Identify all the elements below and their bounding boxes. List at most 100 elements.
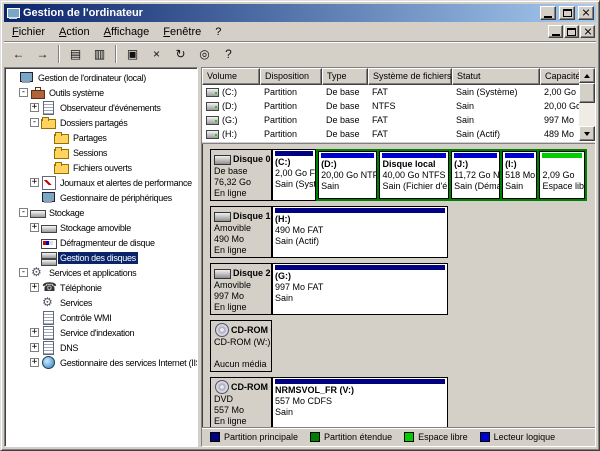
partition-name: (J:) (454, 159, 497, 170)
column-header-volume[interactable]: Volume (202, 68, 260, 85)
partition-i[interactable]: (I:) 518 Mo Sain (502, 151, 537, 199)
expand-toggle[interactable]: + (30, 223, 39, 232)
menu-aide[interactable]: ? (208, 24, 228, 40)
column-header-statut[interactable]: Statut (452, 68, 540, 85)
cdrom-1-header[interactable]: CD-ROM 1 DVD 557 Mo En ligne (210, 377, 272, 427)
column-header-systeme-fichiers[interactable]: Système de fichiers (368, 68, 452, 85)
mdi-minimize-button[interactable] (548, 25, 563, 38)
maximize-button[interactable] (559, 6, 575, 20)
show-tree-button[interactable]: ▤ (64, 44, 87, 65)
menu-action[interactable]: Action (52, 24, 97, 40)
primary-partition-swatch (210, 432, 220, 442)
mdi-close-button[interactable] (580, 25, 595, 38)
back-button[interactable]: ← (7, 44, 30, 65)
refresh-button[interactable]: ↻ (169, 44, 192, 65)
export-list-button[interactable]: ▥ (88, 44, 111, 65)
tree-item-service-indexation[interactable]: + Service d'indexation (5, 325, 197, 340)
minimize-button[interactable] (540, 6, 556, 20)
tree-item-defragmenteur[interactable]: Défragmenteur de disque (5, 235, 197, 250)
volume-icon (206, 130, 219, 139)
tree-item-outils-systeme[interactable]: - Outils système (5, 85, 197, 100)
close-button[interactable] (578, 6, 594, 20)
tree-item-controle-wmi[interactable]: Contrôle WMI (5, 310, 197, 325)
partition-size: 997 Mo FAT (275, 282, 445, 293)
expand-toggle[interactable]: - (30, 118, 39, 127)
column-header-disposition[interactable]: Disposition (260, 68, 322, 85)
tree-item-sessions[interactable]: Sessions (5, 145, 197, 160)
cd-rom-icon (214, 380, 229, 393)
partition-d[interactable]: (D:) 20,00 Go NTF Sain (318, 151, 377, 199)
partition-color-bar (321, 153, 374, 158)
zoom-button[interactable]: ◎ (193, 44, 216, 65)
volume-row-c[interactable]: (C:) Partition De base FAT Sain (Système… (202, 85, 595, 99)
title-bar[interactable]: Gestion de l'ordinateur (4, 4, 596, 22)
volume-list: Volume Disposition Type Système de fichi… (202, 68, 595, 141)
tree-item-services-applications[interactable]: - Services et applications (5, 265, 197, 280)
partition-status: Sain (321, 181, 374, 192)
expand-toggle[interactable]: + (30, 328, 39, 337)
restore-icon (567, 28, 576, 36)
partition-g[interactable]: (G:) 997 Mo FAT Sain (272, 263, 448, 315)
free-space-box[interactable]: 2,09 Go Espace lib (539, 151, 585, 199)
scroll-up-button[interactable] (579, 68, 595, 83)
volume-row-d[interactable]: (D:) Partition De base NTFS Sain 20,00 G… (202, 99, 595, 113)
expand-toggle[interactable]: - (19, 268, 28, 277)
disk-size: 76,32 Go (214, 177, 268, 188)
volume-row-h[interactable]: (H:) Partition De base FAT Sain (Actif) … (202, 127, 595, 141)
menu-fichier[interactable]: Fichier (5, 24, 52, 40)
tree-item-computer-management[interactable]: Gestion de l'ordinateur (local) (5, 70, 197, 85)
tree-item-services[interactable]: Services (5, 295, 197, 310)
column-header-type[interactable]: Type (322, 68, 368, 85)
tree-item-gestion-disques[interactable]: Gestion des disques (5, 250, 197, 265)
volume-type: De base (322, 129, 368, 139)
partition-disque-local[interactable]: Disque local 40,00 Go NTFS Sain (Fichier… (379, 151, 449, 199)
disk-status: En ligne (214, 416, 268, 427)
disk-row-cdrom-1: CD-ROM 1 DVD 557 Mo En ligne NRMSVOL_FR … (210, 377, 587, 427)
forward-button[interactable]: → (31, 44, 54, 65)
tree-item-label: Gestion de l'ordinateur (local) (36, 72, 148, 84)
vertical-scrollbar[interactable] (579, 68, 595, 141)
partition-name (542, 159, 582, 170)
help-button[interactable]: ? (217, 44, 240, 65)
disk-2-header[interactable]: Disque 2 Amovible 997 Mo En ligne (210, 263, 272, 315)
toolbar: ← → ▤ ▥ ▣ × ↻ ◎ ? (4, 41, 596, 66)
menu-fenetre[interactable]: Fenêtre (156, 24, 208, 40)
tree-item-partages[interactable]: Partages (5, 130, 197, 145)
tree-item-dns[interactable]: + DNS (5, 340, 197, 355)
tree-item-fichiers-ouverts[interactable]: Fichiers ouverts (5, 160, 197, 175)
partition-h[interactable]: (H:) 490 Mo FAT Sain (Actif) (272, 206, 448, 258)
scroll-down-button[interactable] (579, 126, 595, 141)
tree-item-journaux-alertes[interactable]: + Journaux et alertes de performance (5, 175, 197, 190)
partition-v[interactable]: NRMSVOL_FR (V:) 557 Mo CDFS Sain (272, 377, 448, 427)
volume-fs: FAT (368, 129, 452, 139)
expand-toggle[interactable]: + (30, 358, 39, 367)
properties-button[interactable]: ▣ (121, 44, 144, 65)
expand-toggle[interactable]: - (19, 208, 28, 217)
tree-item-stockage-amovible[interactable]: + Stockage amovible (5, 220, 197, 235)
partition-j[interactable]: (J:) 11,72 Go NTF Sain (Démarr (451, 151, 500, 199)
expand-toggle[interactable]: + (30, 178, 39, 187)
scroll-thumb[interactable] (579, 83, 595, 103)
partition-c[interactable]: (C:) 2,00 Go F Sain (Syst (272, 149, 316, 201)
close-icon (582, 9, 590, 17)
cdrom-0-header[interactable]: CD-ROM 0 CD-ROM (W:) Aucun média (210, 320, 272, 372)
volume-fs: NTFS (368, 101, 452, 111)
expand-toggle[interactable]: + (30, 343, 39, 352)
mdi-restore-button[interactable] (564, 25, 579, 38)
expand-toggle[interactable]: + (30, 283, 39, 292)
volume-row-g[interactable]: (G:) Partition De base FAT Sain 997 Mo (202, 113, 595, 127)
menu-affichage[interactable]: Affichage (97, 24, 157, 40)
tree-item-iis[interactable]: + Gestionnaire des services Internet (II… (5, 355, 197, 370)
tree-item-stockage[interactable]: - Stockage (5, 205, 197, 220)
tree-item-telephonie[interactable]: + Téléphonie (5, 280, 197, 295)
hard-disk-icon (214, 210, 231, 222)
delete-button[interactable]: × (145, 44, 168, 65)
disk-1-header[interactable]: Disque 1 Amovible 490 Mo En ligne (210, 206, 272, 258)
tree-item-dossiers-partages[interactable]: - Dossiers partagés (5, 115, 197, 130)
tree-item-gestionnaire-peripheriques[interactable]: Gestionnaire de périphériques (5, 190, 197, 205)
tree-item-observateur-evenements[interactable]: + Observateur d'événements (5, 100, 197, 115)
disk-0-header[interactable]: Disque 0 De base 76,32 Go En ligne (210, 149, 272, 201)
partition-size: 490 Mo FAT (275, 225, 445, 236)
expand-toggle[interactable]: - (19, 88, 28, 97)
expand-toggle[interactable]: + (30, 103, 39, 112)
